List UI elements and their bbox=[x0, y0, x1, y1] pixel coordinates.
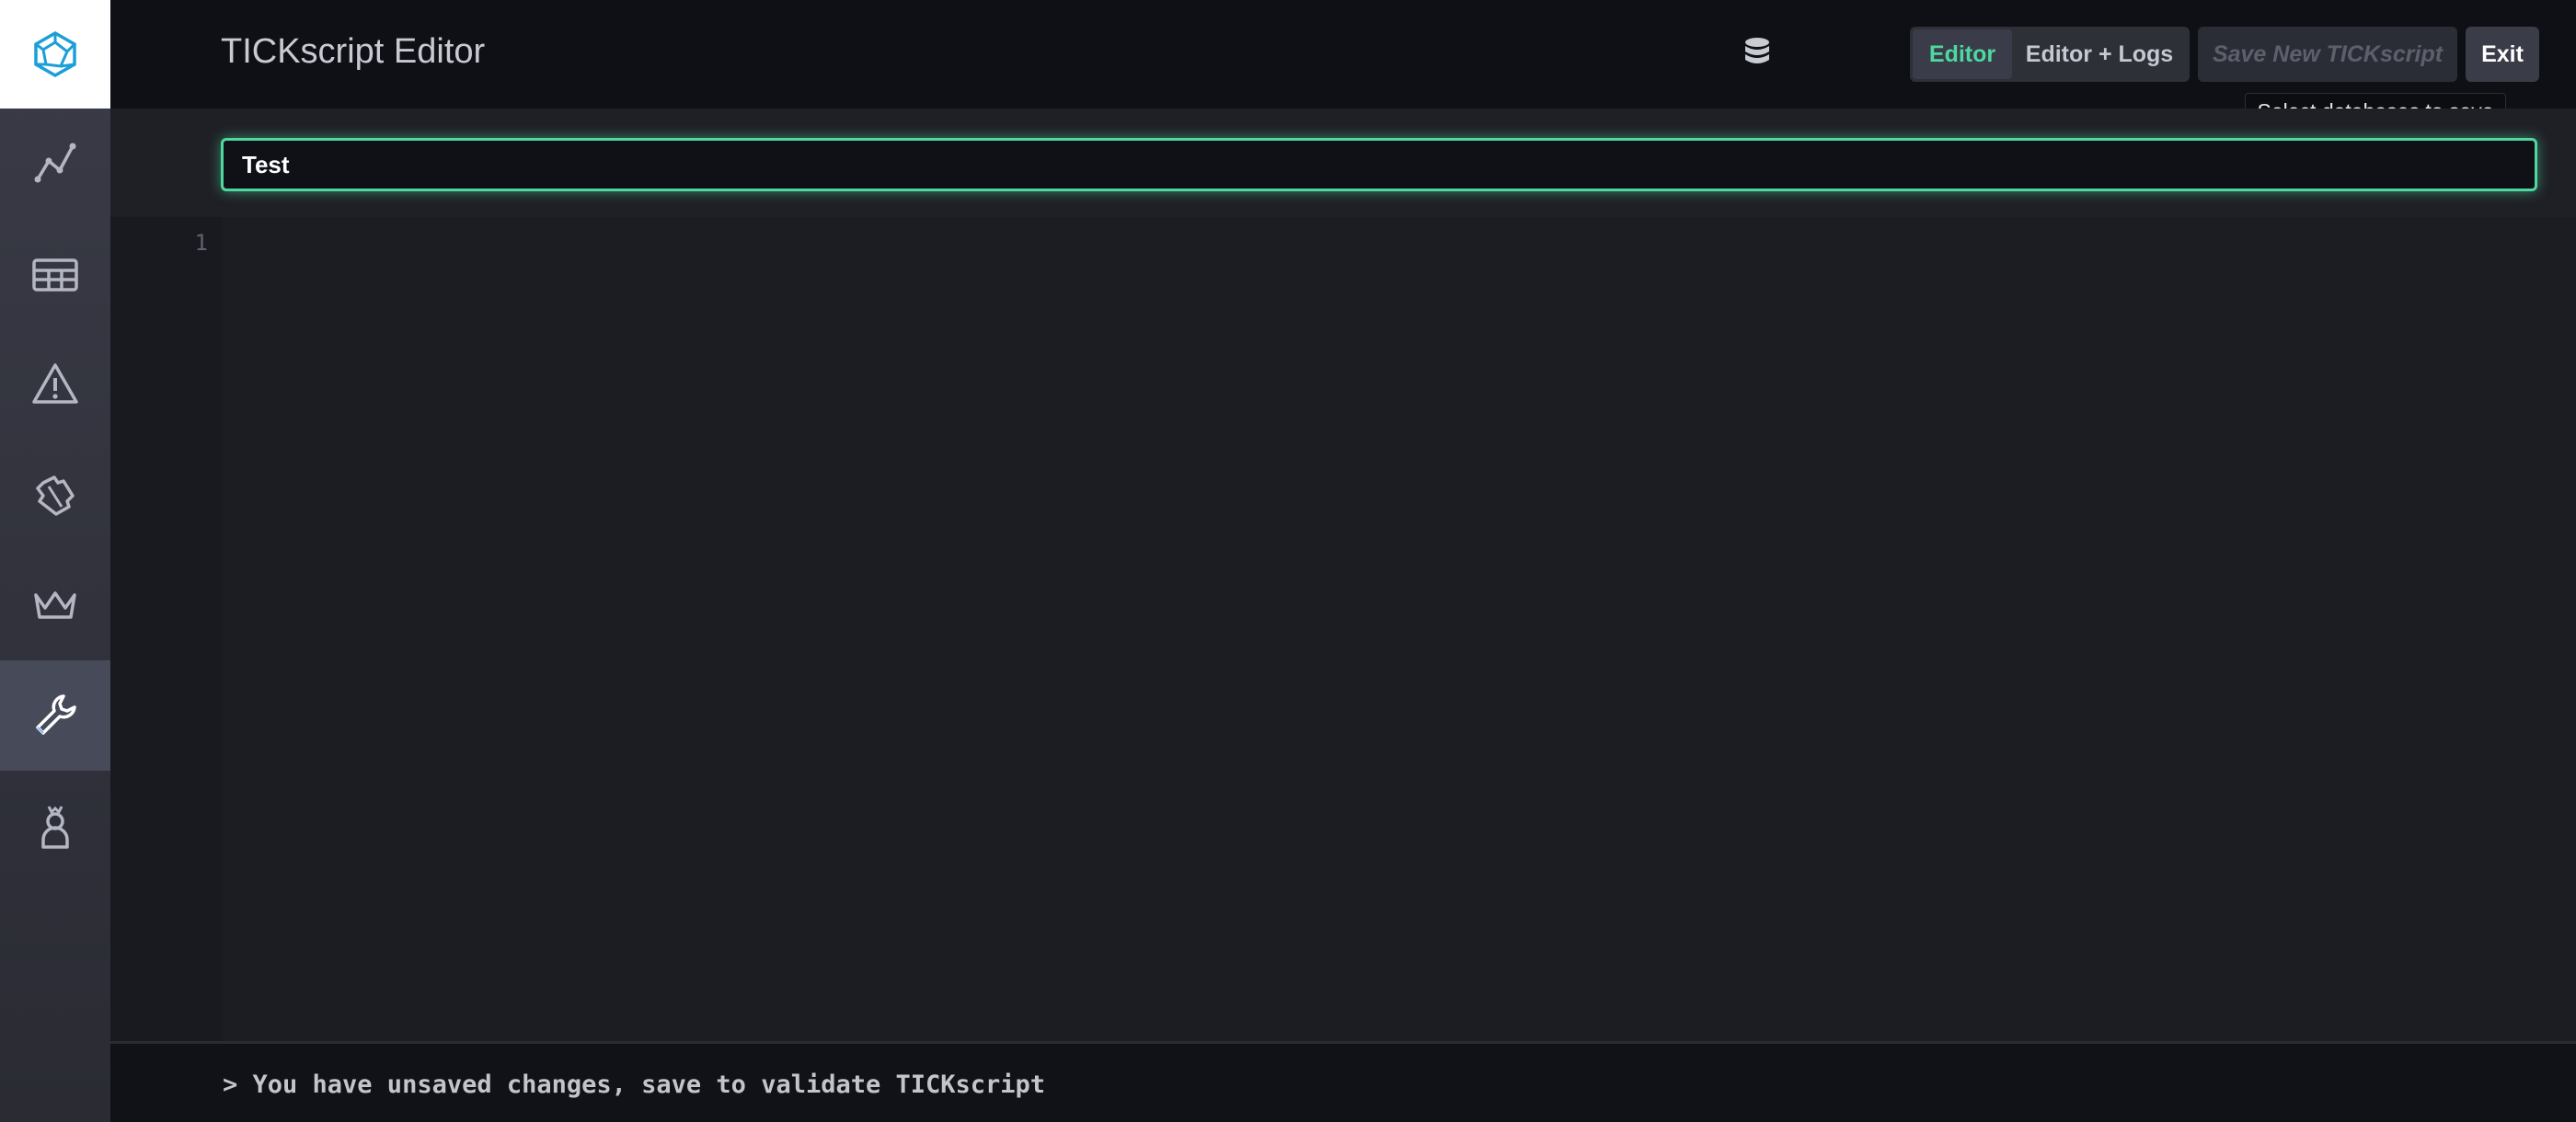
page-title: TICKscript Editor bbox=[221, 32, 486, 71]
line-number: 1 bbox=[194, 230, 208, 256]
sidebar-item-alerts[interactable] bbox=[0, 329, 110, 440]
graph-icon bbox=[34, 143, 76, 183]
code-editor[interactable] bbox=[223, 217, 2576, 1041]
line-number-gutter bbox=[110, 217, 223, 1041]
user-icon bbox=[41, 806, 69, 849]
alert-triangle-icon bbox=[32, 363, 78, 404]
save-tickscript-button[interactable]: Save New TICKscript bbox=[2198, 27, 2457, 82]
view-toggle: Editor Editor + Logs bbox=[1910, 27, 2190, 82]
crown-icon bbox=[34, 591, 76, 619]
sidebar bbox=[0, 0, 110, 1122]
wrench-icon bbox=[36, 694, 76, 735]
sidebar-item-user[interactable] bbox=[0, 771, 110, 881]
editor-logs-toggle-button[interactable]: Editor + Logs bbox=[2012, 29, 2187, 79]
sidebar-item-admin[interactable] bbox=[0, 550, 110, 660]
sidebar-item-dashboards[interactable] bbox=[0, 219, 110, 329]
exit-button[interactable]: Exit bbox=[2466, 27, 2539, 82]
table-icon bbox=[32, 258, 78, 292]
status-message: > You have unsaved changes, save to vali… bbox=[223, 1070, 1046, 1099]
sidebar-item-data-explorer[interactable] bbox=[0, 109, 110, 219]
database-icon[interactable] bbox=[1739, 35, 1776, 72]
script-name-input[interactable] bbox=[221, 138, 2537, 191]
sidebar-item-plugins[interactable] bbox=[0, 440, 110, 550]
sidebar-item-configuration[interactable] bbox=[0, 660, 110, 771]
logo[interactable] bbox=[0, 0, 110, 109]
chronograf-logo-icon bbox=[34, 30, 76, 78]
editor-toggle-button[interactable]: Editor bbox=[1913, 29, 2012, 79]
puzzle-icon bbox=[36, 475, 75, 516]
